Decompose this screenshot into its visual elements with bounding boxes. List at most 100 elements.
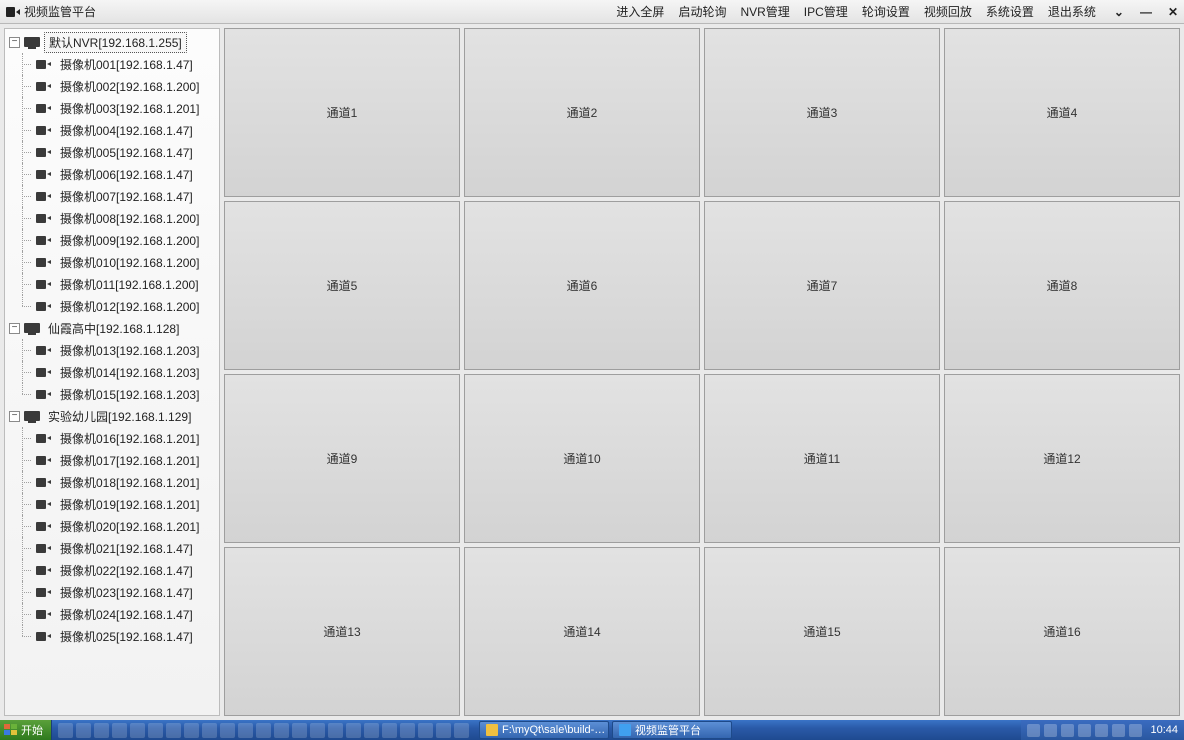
- ql-icon[interactable]: [148, 723, 163, 738]
- video-channel-13[interactable]: 通道13: [224, 547, 460, 716]
- menu-playback[interactable]: 视频回放: [924, 3, 972, 20]
- ql-icon[interactable]: [202, 723, 217, 738]
- ql-icon[interactable]: [94, 723, 109, 738]
- ql-icon[interactable]: [220, 723, 235, 738]
- menu-ipc-mgmt[interactable]: IPC管理: [804, 3, 848, 20]
- camera-node[interactable]: 摄像机014[192.168.1.203]: [5, 361, 219, 383]
- camera-node[interactable]: 摄像机013[192.168.1.203]: [5, 339, 219, 361]
- camera-node[interactable]: 摄像机015[192.168.1.203]: [5, 383, 219, 405]
- ql-icon[interactable]: [382, 723, 397, 738]
- taskbar-item[interactable]: 视频监管平台: [612, 721, 732, 739]
- camera-node[interactable]: 摄像机023[192.168.1.47]: [5, 581, 219, 603]
- camera-icon: [36, 126, 51, 135]
- camera-node[interactable]: 摄像机018[192.168.1.201]: [5, 471, 219, 493]
- ql-icon[interactable]: [274, 723, 289, 738]
- taskbar-item[interactable]: F:\myQt\sale\build-…: [479, 721, 609, 739]
- ql-icon[interactable]: [346, 723, 361, 738]
- tray-icon[interactable]: [1044, 724, 1057, 737]
- video-channel-8[interactable]: 通道8: [944, 201, 1180, 370]
- ql-icon[interactable]: [238, 723, 253, 738]
- camera-icon: [36, 60, 51, 69]
- video-channel-12[interactable]: 通道12: [944, 374, 1180, 543]
- camera-node[interactable]: 摄像机020[192.168.1.201]: [5, 515, 219, 537]
- ql-icon[interactable]: [76, 723, 91, 738]
- menu-nvr-mgmt[interactable]: NVR管理: [740, 3, 789, 20]
- camera-node[interactable]: 摄像机006[192.168.1.47]: [5, 163, 219, 185]
- menu-poll-settings[interactable]: 轮询设置: [862, 3, 910, 20]
- camera-node[interactable]: 摄像机009[192.168.1.200]: [5, 229, 219, 251]
- camera-node[interactable]: 摄像机008[192.168.1.200]: [5, 207, 219, 229]
- tree-branch-icon: [15, 251, 31, 273]
- camera-node[interactable]: 摄像机021[192.168.1.47]: [5, 537, 219, 559]
- start-button[interactable]: 开始: [0, 720, 52, 740]
- taskbar-clock[interactable]: 10:44: [1150, 724, 1178, 736]
- video-channel-9[interactable]: 通道9: [224, 374, 460, 543]
- ql-icon[interactable]: [454, 723, 469, 738]
- ql-icon[interactable]: [364, 723, 379, 738]
- camera-node[interactable]: 摄像机001[192.168.1.47]: [5, 53, 219, 75]
- ql-icon[interactable]: [166, 723, 181, 738]
- video-channel-11[interactable]: 通道11: [704, 374, 940, 543]
- camera-node[interactable]: 摄像机012[192.168.1.200]: [5, 295, 219, 317]
- video-channel-4[interactable]: 通道4: [944, 28, 1180, 197]
- video-channel-7[interactable]: 通道7: [704, 201, 940, 370]
- camera-node[interactable]: 摄像机019[192.168.1.201]: [5, 493, 219, 515]
- collapse-icon[interactable]: −: [9, 411, 20, 422]
- camera-node[interactable]: 摄像机005[192.168.1.47]: [5, 141, 219, 163]
- video-channel-6[interactable]: 通道6: [464, 201, 700, 370]
- video-channel-3[interactable]: 通道3: [704, 28, 940, 197]
- video-channel-5[interactable]: 通道5: [224, 201, 460, 370]
- camera-node[interactable]: 摄像机011[192.168.1.200]: [5, 273, 219, 295]
- ql-icon[interactable]: [112, 723, 127, 738]
- video-channel-1[interactable]: 通道1: [224, 28, 460, 197]
- camera-node[interactable]: 摄像机007[192.168.1.47]: [5, 185, 219, 207]
- collapse-icon[interactable]: −: [9, 323, 20, 334]
- tray-icon[interactable]: [1078, 724, 1091, 737]
- camera-node[interactable]: 摄像机025[192.168.1.47]: [5, 625, 219, 647]
- ql-icon[interactable]: [400, 723, 415, 738]
- camera-node[interactable]: 摄像机022[192.168.1.47]: [5, 559, 219, 581]
- video-channel-15[interactable]: 通道15: [704, 547, 940, 716]
- camera-node[interactable]: 摄像机016[192.168.1.201]: [5, 427, 219, 449]
- dropdown-button[interactable]: ⌄: [1114, 5, 1124, 19]
- device-tree[interactable]: −默认NVR[192.168.1.255]摄像机001[192.168.1.47…: [4, 28, 220, 716]
- menu-sys-settings[interactable]: 系统设置: [986, 3, 1034, 20]
- ql-icon[interactable]: [184, 723, 199, 738]
- video-channel-10[interactable]: 通道10: [464, 374, 700, 543]
- tray-icon[interactable]: [1061, 724, 1074, 737]
- taskbar-items: F:\myQt\sale\build-… 视频监管平台: [475, 721, 1021, 739]
- ql-icon[interactable]: [256, 723, 271, 738]
- nvr-node[interactable]: −实验幼儿园[192.168.1.129]: [5, 405, 219, 427]
- camera-node[interactable]: 摄像机003[192.168.1.201]: [5, 97, 219, 119]
- ql-icon[interactable]: [436, 723, 451, 738]
- camera-node[interactable]: 摄像机002[192.168.1.200]: [5, 75, 219, 97]
- tray-icon[interactable]: [1095, 724, 1108, 737]
- camera-icon: [36, 280, 51, 289]
- menu-exit-system[interactable]: 退出系统: [1048, 3, 1096, 20]
- tray-icon[interactable]: [1027, 724, 1040, 737]
- tree-branch-icon: [15, 603, 31, 625]
- camera-node[interactable]: 摄像机024[192.168.1.47]: [5, 603, 219, 625]
- close-button[interactable]: ✕: [1168, 5, 1178, 19]
- menu-fullscreen[interactable]: 进入全屏: [616, 3, 664, 20]
- tray-icon[interactable]: [1129, 724, 1142, 737]
- collapse-icon[interactable]: −: [9, 37, 20, 48]
- camera-label: 摄像机020[192.168.1.201]: [56, 517, 203, 536]
- ql-icon[interactable]: [130, 723, 145, 738]
- ql-icon[interactable]: [292, 723, 307, 738]
- camera-node[interactable]: 摄像机010[192.168.1.200]: [5, 251, 219, 273]
- ql-icon[interactable]: [310, 723, 325, 738]
- nvr-node[interactable]: −仙霞高中[192.168.1.128]: [5, 317, 219, 339]
- camera-node[interactable]: 摄像机004[192.168.1.47]: [5, 119, 219, 141]
- ql-icon[interactable]: [418, 723, 433, 738]
- video-channel-2[interactable]: 通道2: [464, 28, 700, 197]
- minimize-button[interactable]: —: [1140, 5, 1152, 19]
- video-channel-14[interactable]: 通道14: [464, 547, 700, 716]
- nvr-node[interactable]: −默认NVR[192.168.1.255]: [5, 31, 219, 53]
- tray-icon[interactable]: [1112, 724, 1125, 737]
- ql-icon[interactable]: [328, 723, 343, 738]
- camera-node[interactable]: 摄像机017[192.168.1.201]: [5, 449, 219, 471]
- ql-icon[interactable]: [58, 723, 73, 738]
- video-channel-16[interactable]: 通道16: [944, 547, 1180, 716]
- menu-start-poll[interactable]: 启动轮询: [678, 3, 726, 20]
